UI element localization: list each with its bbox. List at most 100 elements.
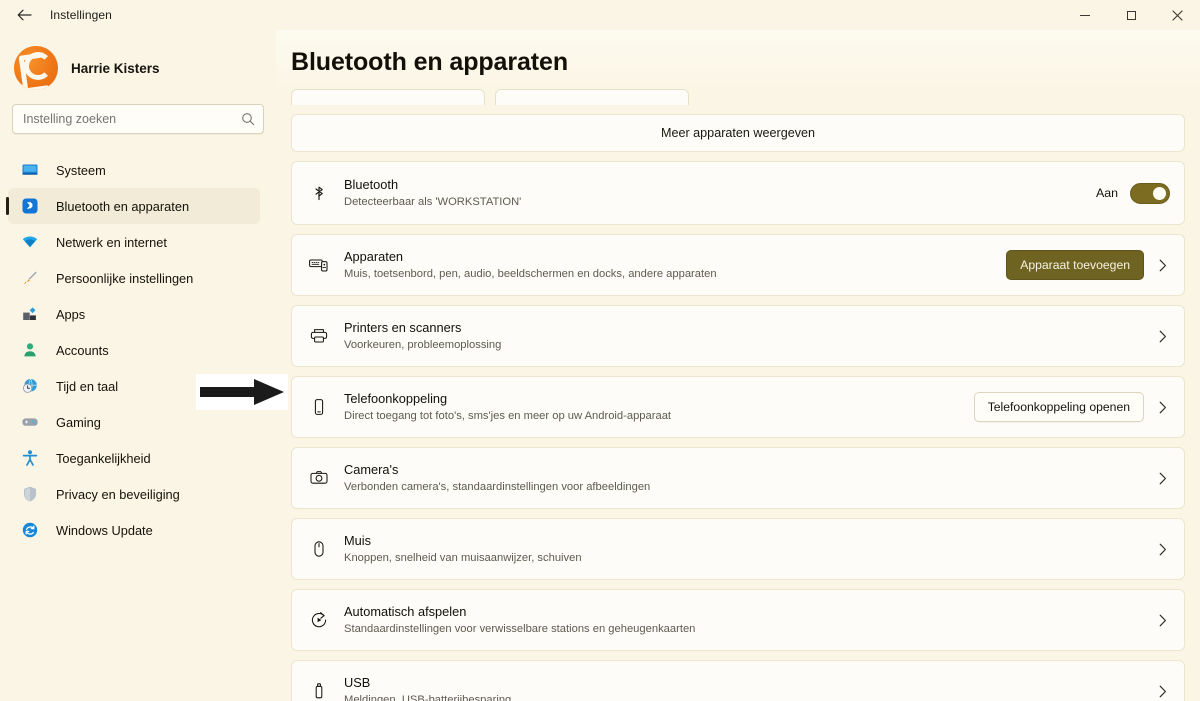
device-card-stub[interactable] xyxy=(291,89,485,105)
setting-row-subtitle: Standaardinstellingen voor verwisselbare… xyxy=(344,622,696,635)
paintbrush-icon xyxy=(20,268,40,288)
maximize-button[interactable] xyxy=(1108,0,1154,30)
sidebar-item-label: Apps xyxy=(56,306,86,322)
setting-row-subtitle: Meldingen, USB-batterijbesparing xyxy=(344,693,512,701)
chevron-right-icon[interactable] xyxy=(1156,259,1170,272)
sidebar: Harrie Kisters Systeem xyxy=(0,30,276,701)
setting-card-printers-en-scanners: Printers en scanners Voorkeuren, problee… xyxy=(291,305,1185,367)
clock-globe-icon xyxy=(20,376,40,396)
devices-icon xyxy=(304,250,334,280)
chevron-right-icon[interactable] xyxy=(1156,614,1170,627)
accessibility-icon xyxy=(20,448,40,468)
sidebar-item-label: Bluetooth en apparaten xyxy=(56,198,190,214)
sidebar-item-label: Gaming xyxy=(56,414,101,430)
chevron-right-icon[interactable] xyxy=(1156,401,1170,414)
window-title: Instellingen xyxy=(50,8,112,22)
back-arrow-icon[interactable] xyxy=(8,4,40,26)
setting-card-bluetooth: Bluetooth Detecteerbaar als 'WORKSTATION… xyxy=(291,161,1185,225)
sidebar-item-label: Systeem xyxy=(56,162,106,178)
setting-row-title: Bluetooth xyxy=(344,176,399,192)
setting-row-telefoonkoppeling[interactable]: Telefoonkoppeling Direct toegang tot fot… xyxy=(292,377,1184,437)
user-profile[interactable]: Harrie Kisters xyxy=(0,30,276,92)
search-input[interactable] xyxy=(23,112,241,126)
sidebar-item-label: Windows Update xyxy=(56,522,153,538)
setting-row-subtitle: Voorkeuren, probleemoplossing xyxy=(344,338,502,351)
chevron-right-icon[interactable] xyxy=(1156,472,1170,485)
sidebar-item-privacy-en-beveiliging[interactable]: Privacy en beveiliging xyxy=(8,476,260,512)
setting-card-telefoonkoppeling: Telefoonkoppeling Direct toegang tot fot… xyxy=(291,376,1185,438)
phone-icon xyxy=(304,392,334,422)
setting-row-apparaten[interactable]: Apparaten Muis, toetsenbord, pen, audio,… xyxy=(292,235,1184,295)
printer-icon xyxy=(304,321,334,351)
setting-row-title: Muis xyxy=(344,532,372,548)
sidebar-item-apps[interactable]: Apps xyxy=(8,296,260,332)
setting-row-subtitle: Detecteerbaar als 'WORKSTATION' xyxy=(344,195,522,208)
setting-row-subtitle: Direct toegang tot foto's, sms'jes en me… xyxy=(344,409,672,422)
sidebar-item-toegankelijkheid[interactable]: Toegankelijkheid xyxy=(8,440,260,476)
pointer-arrow-icon xyxy=(196,374,288,410)
window-controls xyxy=(1062,0,1200,30)
sidebar-item-label: Toegankelijkheid xyxy=(56,450,151,466)
bluetooth-toggle-label: Aan xyxy=(1095,186,1118,200)
setting-card-cameras: Camera's Verbonden camera's, standaardin… xyxy=(291,447,1185,509)
chevron-right-icon[interactable] xyxy=(1156,685,1170,698)
bluetooth-icon xyxy=(304,178,334,208)
device-card-stub[interactable] xyxy=(495,89,689,105)
setting-card-muis: Muis Knoppen, snelheid van muisaanwijzer… xyxy=(291,518,1185,580)
chevron-right-icon[interactable] xyxy=(1156,543,1170,556)
setting-row-bluetooth[interactable]: Bluetooth Detecteerbaar als 'WORKSTATION… xyxy=(292,162,1184,224)
person-icon xyxy=(20,340,40,360)
setting-row-subtitle: Knoppen, snelheid van muisaanwijzer, sch… xyxy=(344,551,582,564)
wifi-icon xyxy=(20,232,40,252)
sidebar-item-label: Netwerk en internet xyxy=(56,234,167,250)
mouse-icon xyxy=(304,534,334,564)
chevron-right-icon[interactable] xyxy=(1156,330,1170,343)
sidebar-item-label: Accounts xyxy=(56,342,109,358)
device-cards-strip xyxy=(276,77,1200,105)
apps-icon xyxy=(20,304,40,324)
sidebar-item-netwerk-en-internet[interactable]: Netwerk en internet xyxy=(8,224,260,260)
sidebar-nav: Systeem Bluetooth en apparaten Netwerk e… xyxy=(0,152,276,548)
sidebar-item-systeem[interactable]: Systeem xyxy=(8,152,260,188)
setting-row-muis[interactable]: Muis Knoppen, snelheid van muisaanwijzer… xyxy=(292,519,1184,579)
add-device-button[interactable]: Apparaat toevoegen xyxy=(1006,250,1144,280)
sidebar-item-accounts[interactable]: Accounts xyxy=(8,332,260,368)
autoplay-icon xyxy=(304,605,334,635)
sidebar-item-label: Privacy en beveiliging xyxy=(56,486,180,502)
setting-row-usb[interactable]: USB Meldingen, USB-batterijbesparing xyxy=(292,661,1184,701)
search-box[interactable] xyxy=(12,104,264,134)
camera-icon xyxy=(304,463,334,493)
close-icon[interactable] xyxy=(1154,0,1200,30)
bluetooth-icon xyxy=(20,196,40,216)
setting-row-title: Printers en scanners xyxy=(344,319,462,335)
open-phone-link-button[interactable]: Telefoonkoppeling openen xyxy=(973,392,1144,422)
setting-row-title: Telefoonkoppeling xyxy=(344,390,448,406)
setting-card-usb: USB Meldingen, USB-batterijbesparing xyxy=(291,660,1185,701)
shield-icon xyxy=(20,484,40,504)
usb-icon xyxy=(304,676,334,701)
setting-row-title: Apparaten xyxy=(344,248,404,264)
setting-row-subtitle: Muis, toetsenbord, pen, audio, beeldsche… xyxy=(344,267,717,280)
sidebar-item-bluetooth-en-apparaten[interactable]: Bluetooth en apparaten xyxy=(6,188,260,224)
title-bar: Instellingen xyxy=(0,0,1200,30)
setting-row-printers-en-scanners[interactable]: Printers en scanners Voorkeuren, problee… xyxy=(292,306,1184,366)
show-more-devices-button[interactable]: Meer apparaten weergeven xyxy=(291,114,1185,152)
sidebar-item-label: Persoonlijke instellingen xyxy=(56,270,194,286)
setting-row-title: Camera's xyxy=(344,461,399,477)
setting-row-subtitle: Verbonden camera's, standaardinstellinge… xyxy=(344,480,651,493)
setting-card-automatisch-afspelen: Automatisch afspelen Standaardinstelling… xyxy=(291,589,1185,651)
user-name: Harrie Kisters xyxy=(71,60,160,76)
update-refresh-icon xyxy=(20,520,40,540)
sidebar-item-windows-update[interactable]: Windows Update xyxy=(8,512,260,548)
setting-row-cameras[interactable]: Camera's Verbonden camera's, standaardin… xyxy=(292,448,1184,508)
sidebar-item-persoonlijke-instellingen[interactable]: Persoonlijke instellingen xyxy=(8,260,260,296)
minimize-button[interactable] xyxy=(1062,0,1108,30)
setting-card-apparaten: Apparaten Muis, toetsenbord, pen, audio,… xyxy=(291,234,1185,296)
setting-row-title: USB xyxy=(344,674,371,690)
user-avatar-icon xyxy=(14,46,58,90)
monitor-icon xyxy=(20,160,40,180)
setting-row-automatisch-afspelen[interactable]: Automatisch afspelen Standaardinstelling… xyxy=(292,590,1184,650)
bluetooth-toggle[interactable] xyxy=(1130,182,1170,204)
page-title: Bluetooth en apparaten xyxy=(291,48,568,76)
sidebar-item-label: Tijd en taal xyxy=(56,378,119,394)
